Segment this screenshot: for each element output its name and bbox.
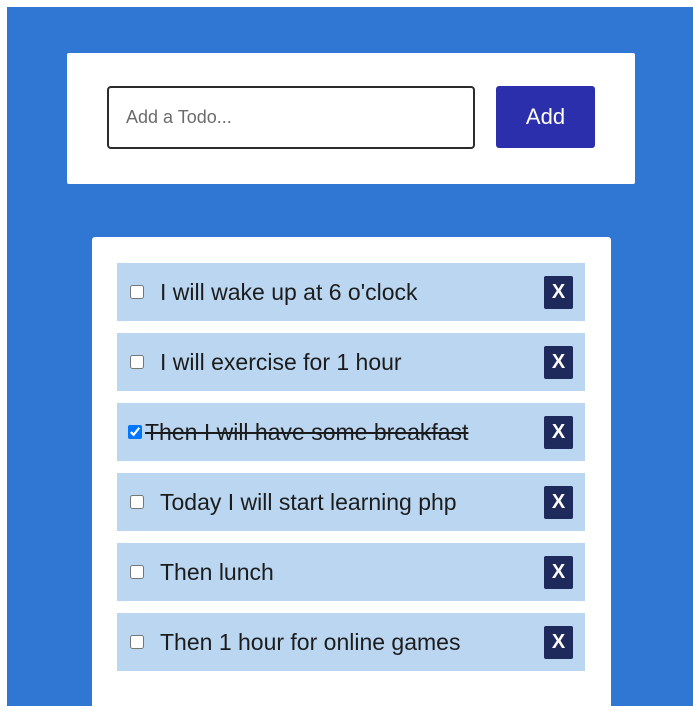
todo-text: I will exercise for 1 hour (160, 348, 402, 375)
delete-todo-button[interactable]: X (544, 345, 573, 379)
todo-text: Then 1 hour for online games (160, 628, 461, 655)
todo-list-card: I will wake up at 6 o'clock X I will exe… (92, 237, 611, 713)
delete-todo-button[interactable]: X (544, 625, 573, 659)
delete-todo-button[interactable]: X (544, 415, 573, 449)
todo-checkbox[interactable] (130, 355, 144, 369)
todo-text: Then lunch (160, 558, 274, 585)
todo-item: I will exercise for 1 hour X (117, 333, 585, 391)
todo-checkbox[interactable] (130, 565, 144, 579)
todo-input[interactable] (107, 86, 475, 149)
todo-item: Then lunch X (117, 543, 585, 601)
todo-checkbox[interactable] (128, 425, 142, 439)
todo-text: Today I will start learning php (160, 488, 457, 515)
todo-item: Then 1 hour for online games X (117, 613, 585, 671)
delete-todo-button[interactable]: X (544, 485, 573, 519)
add-button[interactable]: Add (496, 86, 595, 148)
todo-text: Then I will have some breakfast (145, 418, 469, 445)
delete-todo-button[interactable]: X (544, 555, 573, 589)
todo-checkbox[interactable] (130, 495, 144, 509)
add-todo-card: Add (67, 53, 635, 184)
todo-item: I will wake up at 6 o'clock X (117, 263, 585, 321)
todo-item: Today I will start learning php X (117, 473, 585, 531)
todo-checkbox[interactable] (130, 285, 144, 299)
todo-list: I will wake up at 6 o'clock X I will exe… (117, 263, 585, 683)
todo-text: I will wake up at 6 o'clock (160, 278, 418, 305)
app-background: Add I will wake up at 6 o'clock X I will… (7, 7, 693, 713)
todo-checkbox[interactable] (130, 635, 144, 649)
delete-todo-button[interactable]: X (544, 275, 573, 309)
todo-item: Then I will have some breakfast X (117, 403, 585, 461)
